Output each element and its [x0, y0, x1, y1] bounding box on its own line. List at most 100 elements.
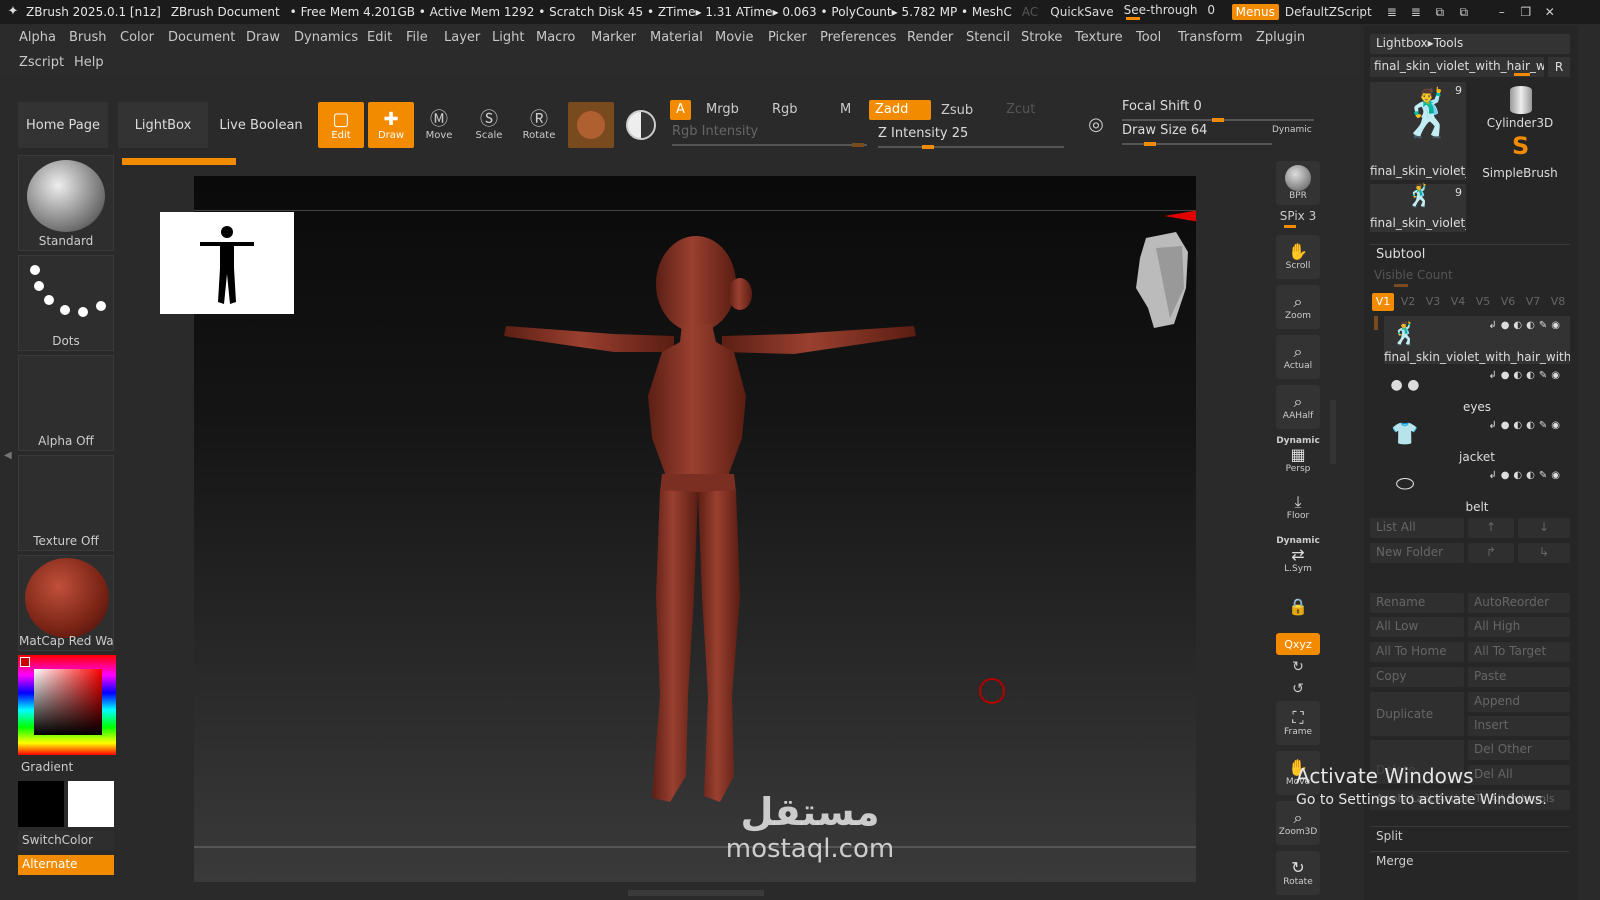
spix-slider[interactable]: SPix 3 [1272, 209, 1324, 223]
alternate-button[interactable]: Alternate [18, 855, 114, 875]
window-layout-icon[interactable]: ⧉ [1452, 5, 1476, 20]
menu-render[interactable]: Render [907, 30, 953, 45]
zcut-toggle[interactable]: Zcut [1000, 100, 1041, 120]
menu-preferences[interactable]: Preferences [820, 30, 896, 45]
menus-toggle-button[interactable]: Menus [1231, 4, 1279, 20]
menu-zscript[interactable]: Zscript [19, 55, 64, 70]
material-sphere-button[interactable] [568, 102, 614, 148]
menu-texture[interactable]: Texture [1075, 30, 1123, 45]
subtool-scrollbar[interactable] [1374, 316, 1378, 330]
rgb-toggle[interactable]: Rgb [766, 100, 804, 120]
menu-movie[interactable]: Movie [715, 30, 753, 45]
primary-color-swatch[interactable] [20, 657, 30, 667]
v-tab-8[interactable]: V8 [1547, 293, 1569, 311]
right-tray-handle[interactable] [1330, 400, 1336, 464]
menu-alpha[interactable]: Alpha [19, 30, 56, 45]
menu-document[interactable]: Document [168, 30, 235, 45]
aahalf-button[interactable]: ⌕ AAHalf [1276, 385, 1320, 429]
subtool-item-eyes[interactable]: ● ● ↲●◐◐✎◉ eyes [1384, 366, 1570, 414]
quicksave-button[interactable]: QuickSave [1050, 5, 1113, 19]
rotate-view-button[interactable]: ↻ Rotate [1276, 851, 1320, 895]
menu-material[interactable]: Material [650, 30, 703, 45]
menu-layer[interactable]: Layer [444, 30, 480, 45]
subtool-item-body[interactable]: 🕺 ↲●◐◐✎◉ final_skin_violet_with_hair_wit… [1384, 316, 1570, 364]
paste-button[interactable]: Paste [1468, 667, 1570, 687]
subtool-jacket-toggles-icon[interactable]: ↲●◐◐✎◉ [1488, 420, 1564, 431]
menu-edit[interactable]: Edit [367, 30, 392, 45]
copy-button[interactable]: Copy [1370, 667, 1464, 687]
autoreorder-button[interactable]: AutoReorder [1468, 593, 1570, 613]
folder-out-icon[interactable]: ↳ [1518, 543, 1570, 563]
menu-macro[interactable]: Macro [536, 30, 575, 45]
move-down-icon[interactable]: ↓ [1518, 518, 1570, 538]
default-zscript-button[interactable]: DefaultZScript [1285, 5, 1372, 19]
xyz-rotate-button[interactable]: Qxyz [1276, 633, 1320, 655]
all-low-button[interactable]: All Low [1370, 617, 1464, 637]
subtool-eyes-toggles-icon[interactable]: ↲●◐◐✎◉ [1488, 370, 1564, 381]
scroll-button[interactable]: ✋ Scroll [1276, 235, 1320, 279]
lsym-button[interactable]: Dynamic ⇄ L.Sym [1276, 533, 1320, 577]
close-icon[interactable]: ✕ [1538, 5, 1562, 19]
subtool-belt-toggles-icon[interactable]: ↲●◐◐✎◉ [1488, 470, 1564, 481]
menu-tool[interactable]: Tool [1136, 30, 1161, 45]
focal-shift-slider[interactable]: Focal Shift 0 [1122, 99, 1314, 122]
tool-thumb-2[interactable]: Cylinder3D [1470, 82, 1570, 130]
v-tab-4[interactable]: V4 [1447, 293, 1469, 311]
all-high-button[interactable]: All High [1468, 617, 1570, 637]
lock-camera-button[interactable]: 🔒 [1276, 585, 1320, 629]
subtool-header[interactable]: Subtool [1370, 244, 1570, 264]
menu-help[interactable]: Help [74, 55, 104, 70]
color-mode-button[interactable] [618, 102, 664, 148]
draw-size-slider[interactable]: Draw Size 64 [1122, 123, 1272, 146]
frame-button[interactable]: ⛶ Frame [1276, 701, 1320, 745]
window-switch-icon[interactable]: ⧉ [1428, 5, 1452, 20]
secondary-color-swatch[interactable] [68, 781, 114, 827]
menu-light[interactable]: Light [492, 30, 524, 45]
viewport[interactable] [194, 176, 1196, 882]
split-menu[interactable]: Split [1370, 826, 1570, 846]
zadd-toggle[interactable]: Zadd [869, 100, 931, 120]
alpha-slot[interactable]: Alpha Off [18, 355, 114, 451]
tool-thumb-4[interactable]: 9 🕺 final_skin_violet_ [1370, 184, 1466, 232]
merge-menu[interactable]: Merge [1370, 851, 1570, 871]
menu-zplugin[interactable]: Zplugin [1256, 30, 1305, 45]
brush-slot[interactable]: Standard [18, 155, 114, 251]
floor-button[interactable]: ⤓ Floor [1276, 485, 1320, 529]
bpr-button[interactable]: BPR [1276, 161, 1320, 205]
m-toggle[interactable]: M [834, 100, 857, 120]
left-tray-arrow-icon[interactable]: ◀ [4, 450, 12, 474]
menu-stencil[interactable]: Stencil [966, 30, 1010, 45]
y-rotate-icon[interactable]: ↻ [1272, 659, 1324, 675]
move-up-icon[interactable]: ↑ [1468, 518, 1514, 538]
maximize-icon[interactable]: ❐ [1514, 5, 1538, 19]
color-sv-square[interactable] [34, 669, 102, 735]
lightbox-tools-button[interactable]: Lightbox▸Tools [1370, 34, 1570, 54]
insert-button[interactable]: Insert [1468, 716, 1570, 736]
v-tab-2[interactable]: V2 [1397, 293, 1419, 311]
list-all-button[interactable]: List All [1370, 518, 1464, 538]
tool-thumb-3[interactable]: S SimpleBrush [1470, 132, 1570, 180]
duplicate-button[interactable]: Duplicate [1370, 692, 1464, 736]
zsub-toggle[interactable]: Zsub [935, 101, 979, 121]
menu-brush[interactable]: Brush [69, 30, 107, 45]
new-folder-button[interactable]: New Folder [1370, 543, 1464, 563]
subtool-item-jacket[interactable]: 👕 ↲●◐◐✎◉ jacket [1384, 416, 1570, 464]
rgb-intensity-slider[interactable]: Rgb Intensity [672, 124, 867, 147]
rename-button[interactable]: Rename [1370, 593, 1464, 613]
minimize-icon[interactable]: – [1490, 5, 1514, 19]
v-tab-7[interactable]: V7 [1522, 293, 1544, 311]
menu-draw[interactable]: Draw [246, 30, 280, 45]
lazy-mouse-button[interactable]: ◎ [1073, 102, 1119, 148]
menu-picker[interactable]: Picker [768, 30, 807, 45]
character-model[interactable] [194, 176, 1196, 882]
r-button[interactable]: R [1548, 57, 1570, 77]
lightbox-button[interactable]: LightBox [118, 102, 208, 148]
v-tab-5[interactable]: V5 [1472, 293, 1494, 311]
append-button[interactable]: Append [1468, 692, 1570, 712]
subtool-item-belt[interactable]: ⬭ ↲●◐◐✎◉ belt [1384, 466, 1570, 514]
texture-slot[interactable]: Texture Off [18, 455, 114, 551]
home-page-button[interactable]: Home Page [18, 102, 108, 148]
stroke-slot[interactable]: Dots [18, 255, 114, 351]
a-toggle[interactable]: A [670, 100, 691, 120]
live-boolean-button[interactable]: Live Boolean [216, 102, 306, 148]
